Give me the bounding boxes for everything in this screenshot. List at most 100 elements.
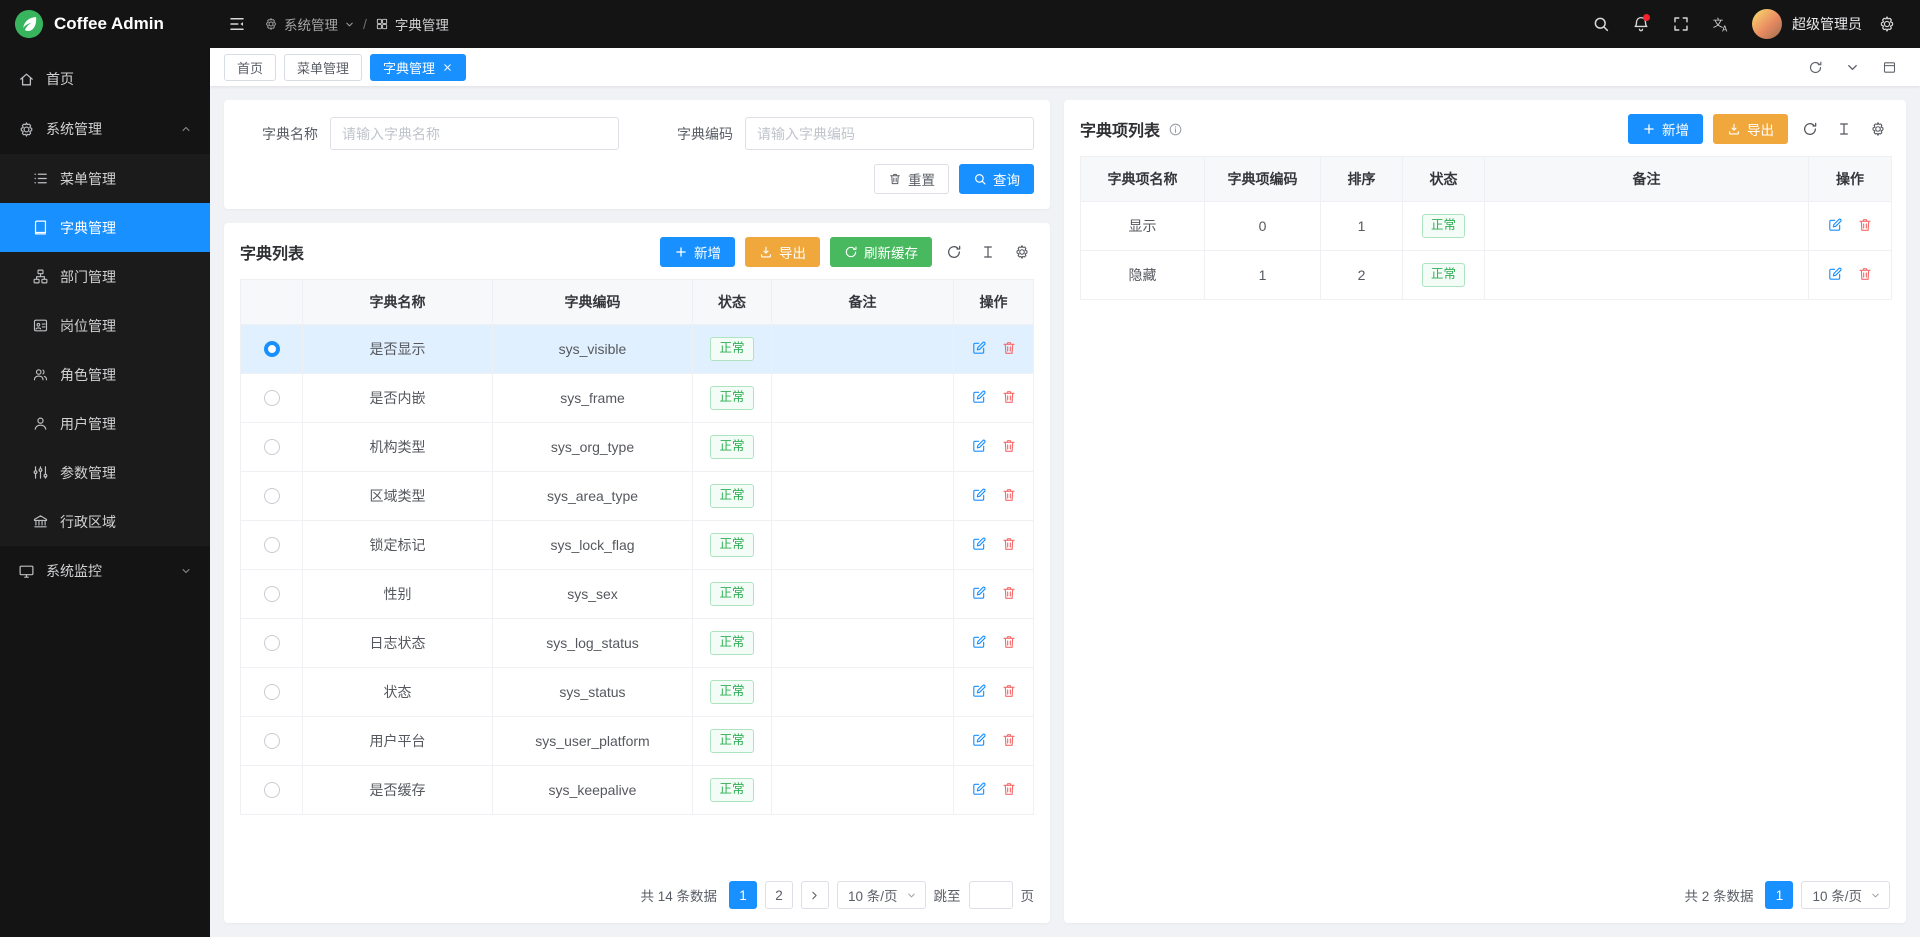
row-radio[interactable] bbox=[264, 733, 280, 749]
page-size-select[interactable]: 10 条/页 bbox=[837, 881, 926, 909]
page-size-select[interactable]: 10 条/页 bbox=[1801, 881, 1890, 909]
reset-button[interactable]: 重置 bbox=[874, 164, 949, 194]
edit-button[interactable] bbox=[971, 389, 987, 405]
refresh-table-button[interactable] bbox=[942, 240, 966, 264]
delete-button[interactable] bbox=[1001, 781, 1017, 797]
dict-code-input[interactable] bbox=[745, 117, 1034, 150]
row-radio[interactable] bbox=[264, 488, 280, 504]
dict-row[interactable]: 性别sys_sex正常 bbox=[241, 570, 1034, 619]
delete-button[interactable] bbox=[1001, 536, 1017, 552]
sidebar-item-role-management[interactable]: 角色管理 bbox=[0, 350, 210, 399]
edit-button[interactable] bbox=[971, 438, 987, 454]
column-settings-button[interactable] bbox=[1010, 240, 1034, 264]
sidebar-item-post-management[interactable]: 岗位管理 bbox=[0, 301, 210, 350]
row-radio[interactable] bbox=[264, 537, 280, 553]
dict-row[interactable]: 是否内嵌sys_frame正常 bbox=[241, 374, 1034, 423]
dict-row[interactable]: 区域类型sys_area_type正常 bbox=[241, 472, 1034, 521]
edit-button[interactable] bbox=[971, 683, 987, 699]
export-dict-button[interactable]: 导出 bbox=[745, 237, 820, 267]
sidebar-item-user-management[interactable]: 用户管理 bbox=[0, 399, 210, 448]
edit-button[interactable] bbox=[971, 634, 987, 650]
dict-row[interactable]: 日志状态sys_log_status正常 bbox=[241, 619, 1034, 668]
collapse-sidebar-button[interactable] bbox=[220, 7, 254, 41]
user-name[interactable]: 超级管理员 bbox=[1792, 14, 1862, 34]
avatar[interactable] bbox=[1752, 9, 1782, 39]
dict-item-row[interactable]: 隐藏12正常 bbox=[1081, 251, 1892, 300]
edit-button[interactable] bbox=[971, 781, 987, 797]
sidebar-item-dict-management[interactable]: 字典管理 bbox=[0, 203, 210, 252]
tab-home[interactable]: 首页 bbox=[224, 54, 276, 81]
query-button[interactable]: 查询 bbox=[959, 164, 1034, 194]
row-radio[interactable] bbox=[264, 439, 280, 455]
row-density-button[interactable] bbox=[976, 240, 1000, 264]
sidebar-item-admin-region[interactable]: 行政区域 bbox=[0, 497, 210, 546]
sidebar-item-home[interactable]: 首页 bbox=[0, 54, 210, 104]
row-radio[interactable] bbox=[264, 390, 280, 406]
delete-button[interactable] bbox=[1001, 438, 1017, 454]
delete-button[interactable] bbox=[1001, 585, 1017, 601]
dict-row[interactable]: 是否显示sys_visible正常 bbox=[241, 325, 1034, 374]
delete-button[interactable] bbox=[1001, 487, 1017, 503]
delete-button[interactable] bbox=[1001, 732, 1017, 748]
dict-code-cell: sys_org_type bbox=[493, 423, 693, 472]
row-radio[interactable] bbox=[264, 684, 280, 700]
fullscreen-button[interactable] bbox=[1664, 7, 1698, 41]
add-dict-item-button[interactable]: 新增 bbox=[1628, 114, 1703, 144]
notifications-button[interactable] bbox=[1624, 7, 1658, 41]
page-button-1[interactable]: 1 bbox=[729, 881, 757, 909]
delete-button[interactable] bbox=[1001, 340, 1017, 356]
settings-button[interactable] bbox=[1870, 7, 1904, 41]
tab-dict-management[interactable]: 字典管理 bbox=[370, 54, 466, 81]
dict-name-input[interactable] bbox=[330, 117, 619, 150]
edit-button[interactable] bbox=[1827, 217, 1843, 233]
row-radio[interactable] bbox=[264, 586, 280, 602]
sidebar-group-system-management[interactable]: 系统管理 bbox=[0, 104, 210, 154]
next-page-button[interactable] bbox=[801, 881, 829, 909]
delete-button[interactable] bbox=[1857, 266, 1873, 282]
dict-row[interactable]: 是否缓存sys_keepalive正常 bbox=[241, 766, 1034, 815]
refresh-cache-button[interactable]: 刷新缓存 bbox=[830, 237, 932, 267]
content-fullscreen-button[interactable] bbox=[1873, 54, 1906, 80]
search-button[interactable] bbox=[1584, 7, 1618, 41]
jump-page-input[interactable] bbox=[969, 881, 1013, 909]
column-settings-button[interactable] bbox=[1866, 117, 1890, 141]
row-density-button[interactable] bbox=[1832, 117, 1856, 141]
dict-item-row[interactable]: 显示01正常 bbox=[1081, 202, 1892, 251]
dict-row[interactable]: 状态sys_status正常 bbox=[241, 668, 1034, 717]
row-radio[interactable] bbox=[264, 341, 280, 357]
edit-button[interactable] bbox=[1827, 266, 1843, 282]
close-tab-icon[interactable] bbox=[442, 62, 453, 73]
breadcrumb-item-dict-management[interactable]: 字典管理 bbox=[375, 14, 449, 34]
delete-button[interactable] bbox=[1857, 217, 1873, 233]
delete-button[interactable] bbox=[1001, 683, 1017, 699]
breadcrumb-item-system-management[interactable]: 系统管理 bbox=[264, 14, 355, 34]
dict-row[interactable]: 用户平台sys_user_platform正常 bbox=[241, 717, 1034, 766]
edit-button[interactable] bbox=[971, 536, 987, 552]
add-dict-button[interactable]: 新增 bbox=[660, 237, 735, 267]
sidebar-item-dept-management[interactable]: 部门管理 bbox=[0, 252, 210, 301]
list-icon bbox=[32, 170, 49, 187]
sidebar-item-menu-management[interactable]: 菜单管理 bbox=[0, 154, 210, 203]
tab-menu-management[interactable]: 菜单管理 bbox=[284, 54, 362, 81]
delete-button[interactable] bbox=[1001, 389, 1017, 405]
sidebar-item-param-management[interactable]: 参数管理 bbox=[0, 448, 210, 497]
sidebar-group-system-monitor[interactable]: 系统监控 bbox=[0, 546, 210, 596]
delete-button[interactable] bbox=[1001, 634, 1017, 650]
row-radio[interactable] bbox=[264, 635, 280, 651]
refresh-table-button[interactable] bbox=[1798, 117, 1822, 141]
export-dict-item-button[interactable]: 导出 bbox=[1713, 114, 1788, 144]
app-logo[interactable]: Coffee Admin bbox=[0, 0, 210, 48]
edit-button[interactable] bbox=[971, 585, 987, 601]
language-button[interactable] bbox=[1704, 7, 1738, 41]
page-button-1[interactable]: 1 bbox=[1765, 881, 1793, 909]
dict-row[interactable]: 锁定标记sys_lock_flag正常 bbox=[241, 521, 1034, 570]
row-radio[interactable] bbox=[264, 782, 280, 798]
page-button-2[interactable]: 2 bbox=[765, 881, 793, 909]
refresh-page-button[interactable] bbox=[1799, 54, 1832, 80]
dict-row[interactable]: 机构类型sys_org_type正常 bbox=[241, 423, 1034, 472]
edit-button[interactable] bbox=[971, 732, 987, 748]
trash-icon bbox=[1001, 781, 1017, 797]
edit-button[interactable] bbox=[971, 487, 987, 503]
tabs-menu-button[interactable] bbox=[1836, 54, 1869, 80]
edit-button[interactable] bbox=[971, 340, 987, 356]
